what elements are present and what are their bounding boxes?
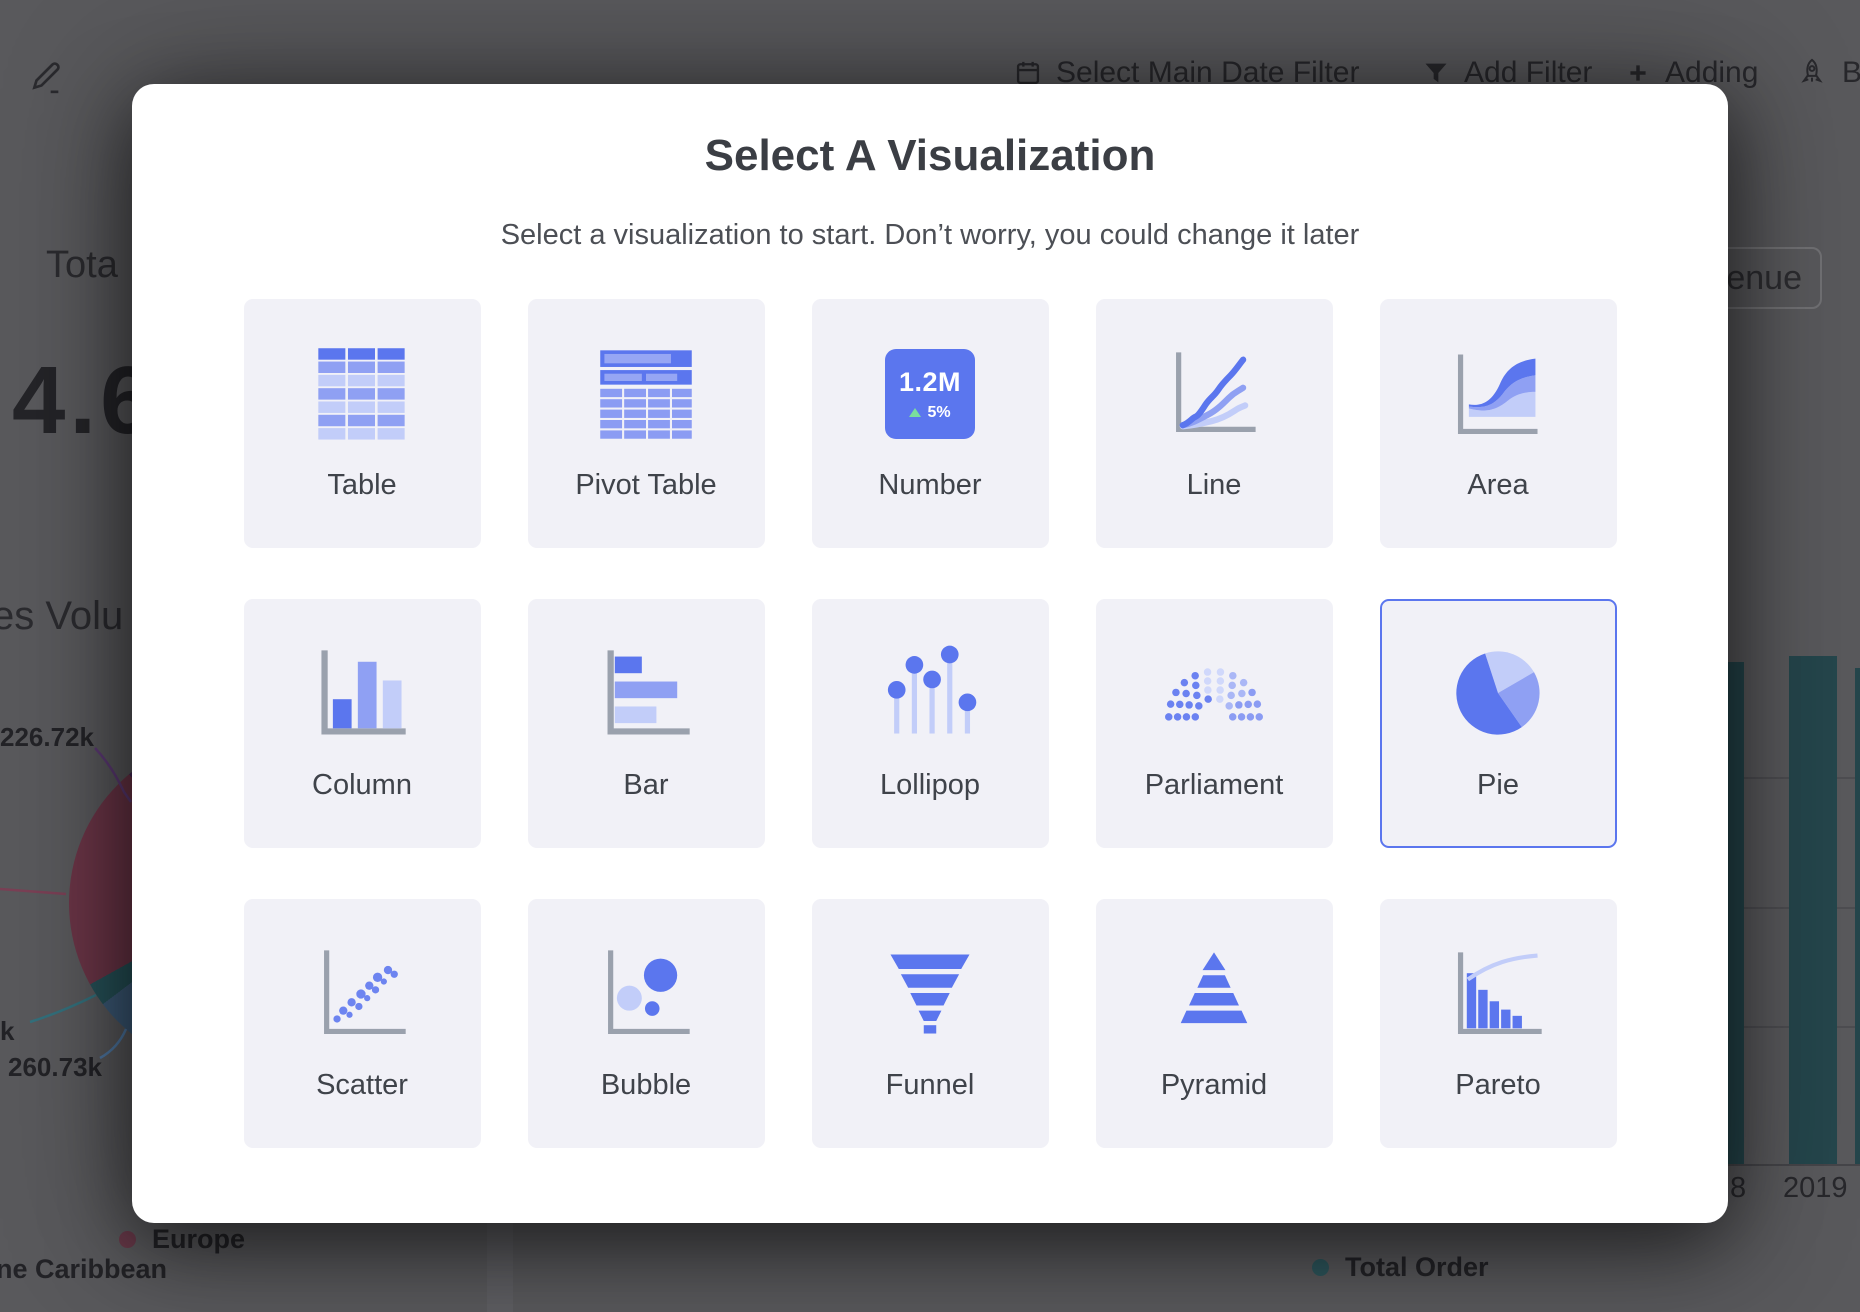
filter-funnel-icon — [1422, 59, 1450, 87]
section-title-partial: es Volu — [0, 594, 123, 639]
pie-slice-label: k — [0, 1016, 14, 1047]
card-gap-seam — [487, 1223, 513, 1312]
kpi-title-partial: Tota — [46, 244, 118, 287]
table-icon — [310, 342, 414, 446]
pivot-table-icon — [594, 342, 698, 446]
viz-card-scatter[interactable]: Scatter — [244, 899, 481, 1148]
boost-button-partial[interactable]: B — [1796, 56, 1860, 90]
viz-card-label: Lollipop — [880, 769, 980, 802]
x-axis-label-2019: 2019 — [1783, 1172, 1848, 1205]
viz-card-label: Number — [878, 469, 981, 502]
viz-card-label: Funnel — [886, 1069, 975, 1102]
viz-card-label: Line — [1187, 469, 1242, 502]
calendar-icon — [1014, 59, 1042, 87]
viz-card-label: Parliament — [1145, 769, 1284, 802]
viz-card-column[interactable]: Column — [244, 599, 481, 848]
plus-icon — [1625, 60, 1651, 86]
legend-item-total-order[interactable]: Total Order — [1312, 1252, 1489, 1283]
total-order-legend-dot — [1312, 1259, 1329, 1276]
viz-card-bar[interactable]: Bar — [528, 599, 765, 848]
viz-card-label: Pivot Table — [575, 469, 716, 502]
legend-item-caribbean-partial: ne Caribbean — [0, 1254, 167, 1285]
bar-partial-right — [1855, 668, 1860, 1164]
viz-card-bubble[interactable]: Bubble — [528, 899, 765, 1148]
viz-card-label: Pie — [1477, 769, 1519, 802]
number-icon-delta: 5% — [927, 404, 950, 422]
area-icon — [1446, 342, 1550, 446]
europe-legend-dot — [119, 1231, 136, 1248]
scatter-icon — [310, 942, 414, 1046]
delta-up-triangle-icon — [909, 408, 921, 417]
viz-card-table[interactable]: Table — [244, 299, 481, 548]
parliament-icon — [1162, 642, 1266, 746]
boost-label-partial: B — [1842, 56, 1860, 90]
total-order-legend-label: Total Order — [1345, 1252, 1489, 1283]
viz-card-pyramid[interactable]: Pyramid — [1096, 899, 1333, 1148]
legend-item-europe[interactable]: Europe — [119, 1224, 245, 1255]
select-visualization-modal: Select A Visualization Select a visualiz… — [132, 84, 1728, 1223]
viz-card-lollipop[interactable]: Lollipop — [812, 599, 1049, 848]
bar-icon — [594, 642, 698, 746]
number-icon-value: 1.2M — [899, 367, 961, 398]
pie-slice-label: 226.72k — [0, 722, 94, 753]
viz-card-pareto[interactable]: Pareto — [1380, 899, 1617, 1148]
viz-card-label: Area — [1467, 469, 1528, 502]
viz-card-number[interactable]: 1.2M 5% Number — [812, 299, 1049, 548]
bubble-icon — [594, 942, 698, 1046]
pie-icon — [1446, 642, 1550, 746]
viz-card-label: Pareto — [1455, 1069, 1540, 1102]
viz-card-pie[interactable]: Pie — [1380, 599, 1617, 848]
viz-card-label: Bar — [623, 769, 668, 802]
viz-card-label: Bubble — [601, 1069, 691, 1102]
x-axis-label-2018-partial: 8 — [1730, 1172, 1746, 1205]
lollipop-icon — [878, 642, 982, 746]
rocket-icon — [1796, 57, 1828, 89]
pyramid-icon — [1162, 942, 1266, 1046]
visualization-grid: Table Pivot Table 1.2M 5% Numbe — [132, 299, 1728, 1148]
edit-pencil-icon[interactable] — [26, 56, 66, 96]
pareto-icon — [1446, 942, 1550, 1046]
viz-card-parliament[interactable]: Parliament — [1096, 599, 1333, 848]
modal-subtitle: Select a visualization to start. Don’t w… — [132, 218, 1728, 252]
viz-card-area[interactable]: Area — [1380, 299, 1617, 548]
modal-title: Select A Visualization — [132, 130, 1728, 182]
bar-2019 — [1789, 656, 1837, 1164]
viz-card-label: Column — [312, 769, 412, 802]
europe-legend-label: Europe — [152, 1224, 245, 1255]
column-icon — [310, 642, 414, 746]
viz-card-label: Table — [327, 469, 396, 502]
viz-card-pivot-table[interactable]: Pivot Table — [528, 299, 765, 548]
number-icon: 1.2M 5% — [885, 349, 975, 439]
pie-slice-label: 260.73k — [8, 1052, 102, 1083]
viz-card-label: Pyramid — [1161, 1069, 1267, 1102]
funnel-icon — [878, 942, 982, 1046]
viz-card-funnel[interactable]: Funnel — [812, 899, 1049, 1148]
viz-card-line[interactable]: Line — [1096, 299, 1333, 548]
viz-card-label: Scatter — [316, 1069, 408, 1102]
line-icon — [1162, 342, 1266, 446]
